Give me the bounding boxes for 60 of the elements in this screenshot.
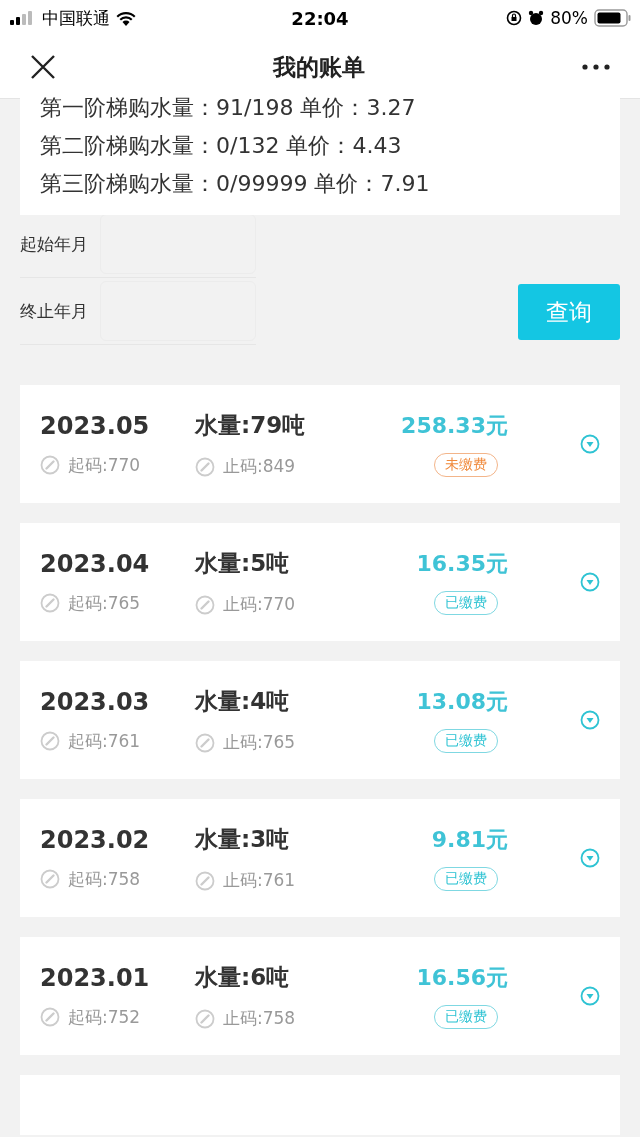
bill-month: 2023.04 xyxy=(40,549,151,578)
water-volume: 水量:79吨 xyxy=(195,411,307,440)
bill-month: 2023.01 xyxy=(40,963,151,992)
bill-card[interactable]: 2023.02 起码:758 水量:3吨 止码:761 9.81元 已缴费 xyxy=(20,799,620,917)
meter-icon xyxy=(195,456,215,477)
field-label: 终止年月 xyxy=(20,299,89,323)
water-volume: 水量:3吨 xyxy=(195,825,291,854)
bill-card[interactable]: 2023.03 起码:761 水量:4吨 止码:765 13.08元 已缴费 xyxy=(20,661,620,779)
meter-icon xyxy=(40,731,60,751)
meter-icon xyxy=(40,869,60,889)
battery-icon xyxy=(594,9,632,27)
end-reading: 止码:770 xyxy=(223,593,296,616)
water-volume: 水量:5吨 xyxy=(195,549,291,578)
meter-icon xyxy=(40,455,60,475)
water-volume: 水量:4吨 xyxy=(195,687,291,716)
alarm-icon xyxy=(528,10,545,26)
start-reading: 起码:765 xyxy=(68,591,141,615)
end-reading: 止码:849 xyxy=(223,455,296,478)
meter-icon xyxy=(195,870,215,891)
meter-icon xyxy=(195,594,215,615)
tier-line: 第三阶梯购水量：0/99999 单价：7.91 xyxy=(40,170,431,198)
bill-card[interactable]: 2023.05 起码:770 水量:79吨 止码:849 258.33元 未缴费 xyxy=(20,385,620,503)
start-reading: 起码:758 xyxy=(68,867,141,891)
rotation-lock-icon xyxy=(506,10,523,26)
bill-month: 2023.05 xyxy=(40,411,151,440)
expand-icon[interactable] xyxy=(580,572,600,592)
meter-icon xyxy=(40,1007,60,1027)
end-reading: 止码:765 xyxy=(223,731,296,754)
wifi-icon xyxy=(116,10,136,26)
tier-line: 第一阶梯购水量：91/198 单价：3.27 xyxy=(40,94,417,122)
bill-amount: 258.33元 xyxy=(401,412,508,440)
water-volume: 水量:6吨 xyxy=(195,963,291,992)
bill-card[interactable]: 2023.04 起码:765 水量:5吨 止码:770 16.35元 已缴费 xyxy=(20,523,620,641)
field-label: 起始年月 xyxy=(20,232,89,256)
bill-month: 2023.03 xyxy=(40,687,151,716)
bill-card[interactable]: 2023.01 起码:752 水量:6吨 止码:758 16.56元 已缴费 xyxy=(20,937,620,1055)
bill-amount: 13.08元 xyxy=(416,688,508,716)
carrier-name: 中国联通 xyxy=(42,6,110,30)
page-title: 我的账单 xyxy=(273,52,365,82)
tier-line: 第二阶梯购水量：0/132 单价：4.43 xyxy=(40,132,403,160)
battery-percent: 80% xyxy=(550,8,588,28)
more-icon[interactable] xyxy=(582,64,610,70)
start-reading: 起码:752 xyxy=(68,1005,141,1029)
meter-icon xyxy=(195,732,215,753)
expand-icon[interactable] xyxy=(580,710,600,730)
start-reading: 起码:770 xyxy=(68,453,141,477)
start-reading: 起码:761 xyxy=(68,729,141,753)
expand-icon[interactable] xyxy=(580,434,600,454)
close-icon[interactable] xyxy=(30,54,56,80)
expand-icon[interactable] xyxy=(580,848,600,868)
expand-icon[interactable] xyxy=(580,986,600,1006)
bill-amount: 16.56元 xyxy=(416,964,508,992)
status-time: 22:04 xyxy=(291,7,349,29)
bill-month: 2023.02 xyxy=(40,825,151,854)
end-reading: 止码:761 xyxy=(223,869,296,892)
bill-amount: 16.35元 xyxy=(416,550,508,578)
meter-icon xyxy=(40,593,60,613)
bill-amount: 9.81元 xyxy=(431,826,508,854)
meter-icon xyxy=(195,1008,215,1029)
end-reading: 止码:758 xyxy=(223,1007,296,1030)
